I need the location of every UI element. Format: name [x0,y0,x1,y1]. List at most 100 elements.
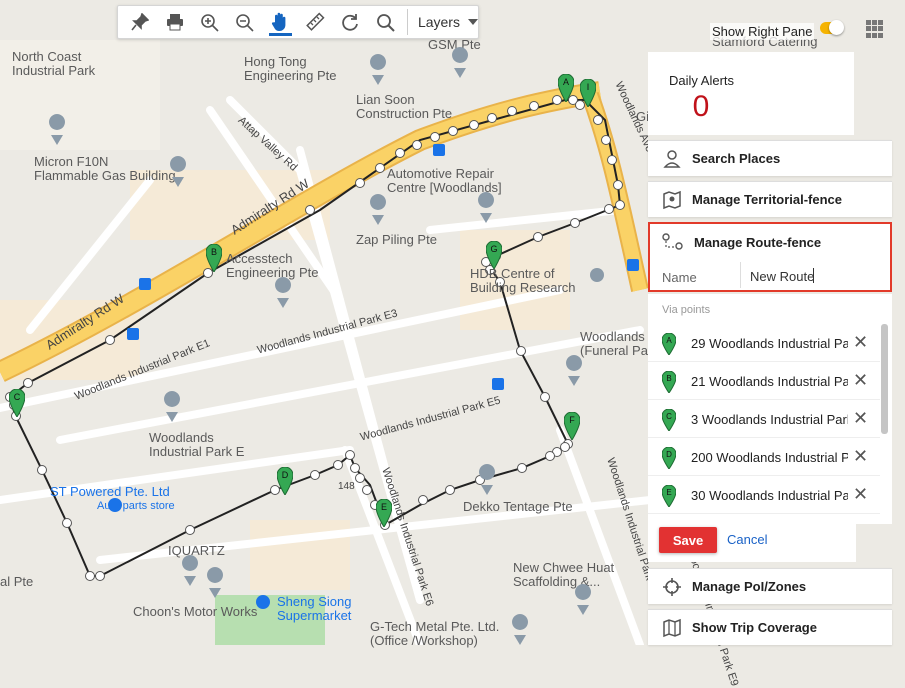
save-button[interactable]: Save [659,527,717,553]
route-node[interactable] [545,451,555,461]
route-node[interactable] [23,378,33,388]
route-node[interactable] [350,463,360,473]
route-node[interactable] [604,204,614,214]
route-node[interactable] [430,132,440,142]
route-node[interactable] [418,495,428,505]
print-tool-button[interactable] [157,7,192,37]
route-node[interactable] [355,473,365,483]
route-node[interactable] [517,463,527,473]
menu-route-fence-label: Manage Route-fence [694,234,822,250]
route-node[interactable] [469,120,479,130]
pin-tool-button[interactable] [122,7,157,37]
zoom-out-button[interactable] [227,7,262,37]
text-caret [813,268,814,283]
remove-via-point-button[interactable]: ✕ [853,370,868,391]
svg-text:G: G [490,244,497,254]
via-point-row[interactable]: B 21 Woodlands Industrial Park ✕ [648,362,880,400]
route-node[interactable] [375,163,385,173]
daily-alerts-value: 0 [692,90,710,123]
cancel-link[interactable]: Cancel [727,532,767,547]
map-label-dekko: Dekko Tentage Pte [463,499,573,514]
route-node[interactable] [37,465,47,475]
route-node[interactable] [613,180,623,190]
route-node[interactable] [540,392,550,402]
route-node[interactable] [529,101,539,111]
remove-via-point-button[interactable]: ✕ [853,332,868,353]
route-node[interactable] [533,232,543,242]
route-marker-g[interactable]: G [485,240,503,270]
route-node[interactable] [362,485,372,495]
via-marker-icon: E [661,484,677,512]
map-label-automotive: Automotive Repair Centre [Woodlands] [387,166,502,195]
route-node[interactable] [516,346,526,356]
apps-grid-icon[interactable] [866,20,884,38]
remove-via-point-button[interactable]: ✕ [853,484,868,505]
route-node[interactable] [570,218,580,228]
remove-via-point-button[interactable]: ✕ [853,446,868,467]
route-node[interactable] [105,335,115,345]
menu-territorial-fence-label: Manage Territorial-fence [692,192,843,207]
refresh-button[interactable] [333,7,368,37]
route-name-input[interactable]: New Route [750,269,814,284]
menu-route-fence[interactable]: Manage Route-fence [662,232,821,252]
menu-search-places[interactable]: Search Places [648,140,892,176]
route-node[interactable] [355,178,365,188]
route-node[interactable] [345,450,355,460]
route-marker-d[interactable]: D [276,466,294,496]
via-point-row[interactable]: D 200 Woodlands Industrial Park ✕ [648,438,880,476]
route-form-actions: Save Cancel [648,514,856,562]
route-node[interactable] [310,470,320,480]
menu-trip-coverage[interactable]: Show Trip Coverage [648,609,892,645]
route-name-divider [740,262,741,288]
route-node[interactable] [475,475,485,485]
remove-via-point-button[interactable]: ✕ [853,408,868,429]
route-node[interactable] [85,571,95,581]
trip-map-icon [663,618,681,637]
route-node[interactable] [305,205,315,215]
route-node[interactable] [333,460,343,470]
route-node[interactable] [615,200,625,210]
route-node[interactable] [448,126,458,136]
layers-dropdown[interactable]: Layers [414,14,478,30]
chevron-down-icon [467,19,478,25]
menu-poi-zones[interactable]: Manage PoI/Zones [648,568,892,604]
svg-text:I: I [587,82,590,92]
route-node[interactable] [62,518,72,528]
svg-text:C: C [666,412,672,421]
route-node[interactable] [95,571,105,581]
print-icon [166,14,183,31]
route-marker-a[interactable]: A [557,73,575,103]
zoom-in-button[interactable] [192,7,227,37]
map-label-micron: Micron F10N Flammable Gas Building [34,154,176,183]
via-point-row[interactable]: C 3 Woodlands Industrial Park ✕ [648,400,880,438]
pan-tool-button[interactable] [263,7,298,37]
route-node[interactable] [395,148,405,158]
via-point-label: 30 Woodlands Industrial Park [691,488,848,503]
route-node[interactable] [593,115,603,125]
via-point-row[interactable]: A 29 Woodlands Industrial Park ✕ [648,324,880,362]
route-marker-e[interactable]: E [375,498,393,528]
via-points-scrollbar[interactable] [881,324,888,434]
map-label-chooms: Choon's Motor Works [133,604,258,619]
route-marker-c[interactable]: C [8,388,26,418]
route-node[interactable] [507,106,517,116]
search-map-button[interactable] [368,7,403,37]
route-node[interactable] [412,140,422,150]
route-marker-f[interactable]: F [563,411,581,441]
show-right-pane-toggle[interactable] [820,20,844,35]
route-node[interactable] [607,155,617,165]
route-fence-panel: Manage Route-fence Name New Route [648,222,892,292]
route-node[interactable] [487,113,497,123]
place-person-icon [663,149,681,168]
route-marker-i[interactable]: I [579,78,597,108]
menu-territorial-fence[interactable]: Manage Territorial-fence [648,181,892,217]
route-marker-b[interactable]: B [205,243,223,273]
route-node[interactable] [185,525,195,535]
via-points-title: Via points [662,304,711,316]
route-node[interactable] [601,135,611,145]
route-node[interactable] [445,485,455,495]
measure-tool-button[interactable] [298,7,333,37]
pan-hand-icon [271,12,286,31]
map-label-st-powered: ST Powered Pte. Ltd [50,484,170,499]
via-point-row[interactable]: E 30 Woodlands Industrial Park ✕ [648,476,880,514]
